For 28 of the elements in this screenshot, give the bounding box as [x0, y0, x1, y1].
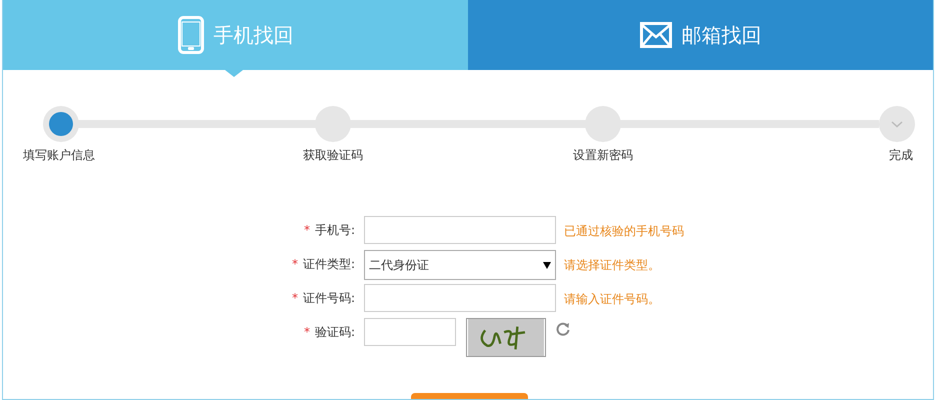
captcha-field[interactable] [364, 318, 456, 346]
field-label: 证件类型: [302, 257, 355, 271]
input-field[interactable] [364, 284, 556, 312]
field-label: 手机号: [314, 223, 355, 237]
tab[interactable]: 邮箱找回 [468, 0, 933, 70]
step-dot [49, 112, 73, 136]
mail-icon [640, 22, 672, 48]
caret-icon [543, 262, 551, 268]
input-field[interactable] [364, 216, 556, 244]
tab-pointer [225, 70, 243, 77]
field-hint: 请输入证件号码。 [564, 291, 660, 308]
step-label: 获取验证码 [303, 147, 363, 164]
refresh-icon[interactable] [556, 322, 570, 336]
tab[interactable]: 手机找回 [3, 0, 468, 70]
check-icon [891, 120, 903, 128]
type-select[interactable]: 二代身份证 [364, 250, 556, 280]
phone-icon [178, 16, 204, 54]
required-mark: * [292, 291, 298, 305]
field-hint: 已通过核验的手机号码 [564, 223, 684, 240]
field-label: 证件号码: [302, 291, 355, 305]
required-mark: * [304, 223, 310, 237]
field-label: 验证码: [314, 325, 355, 339]
step-label: 设置新密码 [573, 147, 633, 164]
field-hint: 请选择证件类型。 [564, 257, 660, 274]
required-mark: * [304, 325, 310, 339]
step-label: 填写账户信息 [23, 147, 95, 164]
step-label: 完成 [889, 147, 913, 164]
required-mark: * [292, 257, 298, 271]
